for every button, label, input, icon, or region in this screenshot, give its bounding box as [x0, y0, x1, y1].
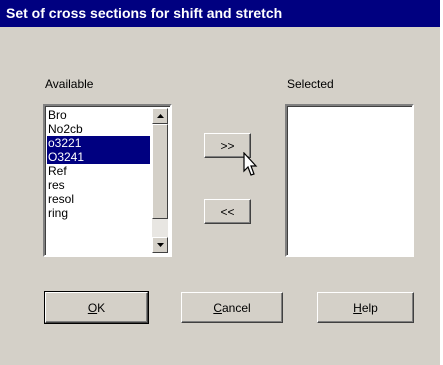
cancel-button[interactable]: Cancel [181, 292, 283, 323]
available-scrollbar[interactable] [152, 108, 168, 253]
available-listbox[interactable]: Bro No2cb o3221 O3241 Ref res resol ring [43, 104, 172, 257]
ok-button[interactable]: OK [44, 291, 149, 324]
ok-mnemonic: O [87, 300, 98, 315]
list-item[interactable]: O3241 [47, 150, 150, 164]
cancel-label-rest: ancel [221, 300, 251, 315]
list-item[interactable]: No2cb [47, 122, 150, 136]
arrow-up-icon [156, 114, 164, 118]
list-item[interactable]: Ref [47, 164, 150, 178]
help-label-rest: elp [361, 300, 378, 315]
ok-label-rest: K [97, 300, 106, 315]
available-label: Available [45, 77, 94, 91]
help-mnemonic: H [353, 300, 362, 315]
scroll-thumb[interactable] [152, 124, 168, 219]
list-item[interactable]: Bro [47, 108, 150, 122]
available-items: Bro No2cb o3221 O3241 Ref res resol ring [47, 108, 150, 253]
scroll-up-button[interactable] [152, 108, 168, 124]
list-item[interactable]: resol [47, 192, 150, 206]
dialog-title: Set of cross sections for shift and stre… [0, 0, 440, 27]
selected-label: Selected [287, 77, 334, 91]
selected-listbox[interactable] [285, 104, 414, 257]
selected-items [289, 108, 410, 253]
scroll-down-button[interactable] [152, 237, 168, 253]
list-item[interactable]: ring [47, 206, 150, 220]
arrow-down-icon [156, 243, 164, 247]
dialog: Set of cross sections for shift and stre… [0, 0, 443, 365]
list-item[interactable]: o3221 [47, 136, 150, 150]
help-button[interactable]: Help [317, 292, 414, 323]
list-item[interactable]: res [47, 178, 150, 192]
cancel-mnemonic: C [213, 300, 222, 315]
remove-button[interactable]: << [204, 199, 251, 224]
mouse-cursor-icon [243, 152, 258, 176]
